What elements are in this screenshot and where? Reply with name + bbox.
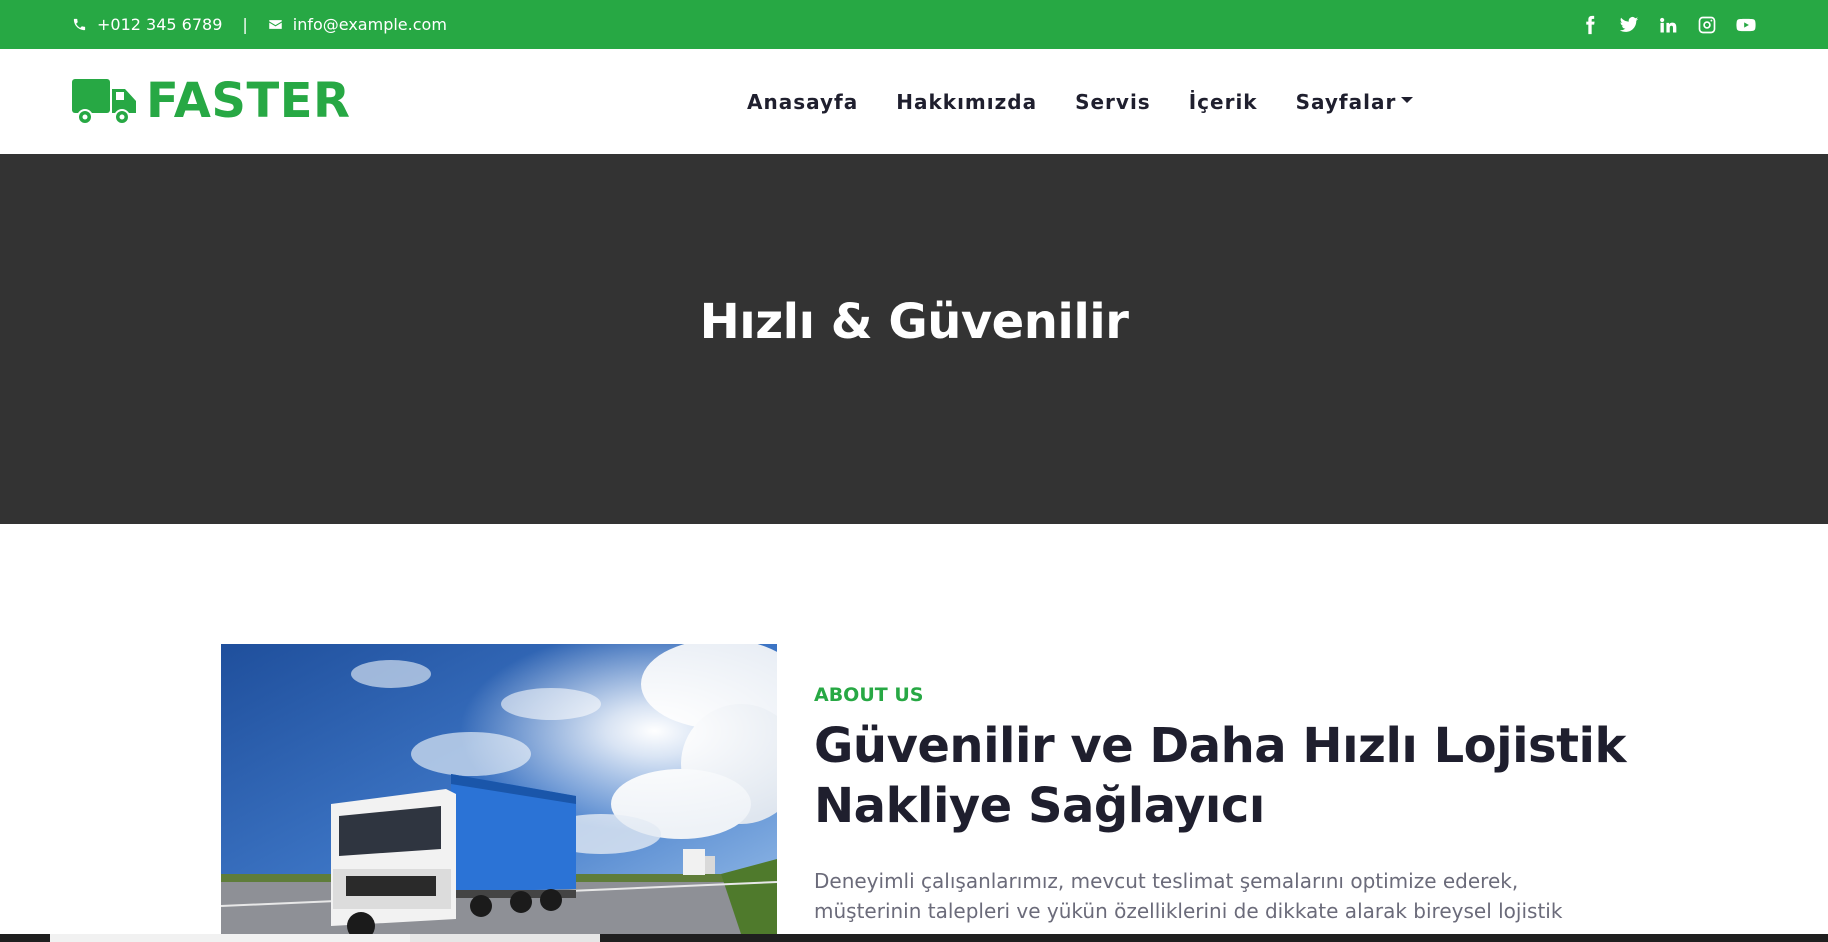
truck-icon <box>72 79 136 125</box>
nav-item-servis[interactable]: Servis <box>1075 90 1151 114</box>
youtube-icon[interactable] <box>1736 15 1756 35</box>
nav-item-sayfalar-label: Sayfalar <box>1295 89 1397 114</box>
caret-down-icon <box>1401 97 1414 103</box>
hero-title: Hızlı & Güvenilir <box>699 294 1129 350</box>
envelope-icon <box>269 20 282 29</box>
about-image <box>221 644 777 934</box>
about-description: Deneyimli çalışanlarımız, mevcut teslima… <box>814 869 1563 923</box>
nav-item-hakkimizda[interactable]: Hakkımızda <box>896 90 1037 114</box>
browser-bottom-strip <box>0 934 1828 942</box>
nav-menu: Anasayfa Hakkımızda Servis İçerik Sayfal… <box>728 49 1432 154</box>
hero-banner: Hızlı & Güvenilir <box>0 154 1828 524</box>
contact-info: +012 345 6789 | info@example.com <box>72 0 447 49</box>
phone-contact[interactable]: +012 345 6789 <box>72 15 222 34</box>
nav-item-icerik[interactable]: İçerik <box>1189 90 1258 114</box>
nav-item-sayfalar-dropdown[interactable]: Sayfalar <box>1296 90 1414 114</box>
nav-item-anasayfa[interactable]: Anasayfa <box>747 90 858 114</box>
about-title: Güvenilir ve Daha Hızlı Lojistik Nakliye… <box>814 718 1626 834</box>
brand-logo[interactable]: FASTER <box>72 73 351 129</box>
facebook-icon[interactable] <box>1580 15 1600 35</box>
phone-icon <box>73 18 86 31</box>
strip-segment <box>410 934 600 942</box>
about-subtitle: ABOUT US <box>814 684 924 706</box>
contact-separator: | <box>242 15 248 34</box>
twitter-icon[interactable] <box>1619 15 1639 35</box>
phone-text: +012 345 6789 <box>97 15 223 34</box>
email-contact[interactable]: info@example.com <box>268 15 447 34</box>
linkedin-icon[interactable] <box>1658 15 1678 35</box>
email-text: info@example.com <box>292 15 447 34</box>
strip-segment <box>50 934 410 942</box>
social-links <box>1561 0 1756 49</box>
brand-name: FASTER <box>146 73 351 129</box>
top-bar: +012 345 6789 | info@example.com <box>0 0 1828 49</box>
main-navbar: FASTER Anasayfa Hakkımızda Servis İçerik… <box>0 49 1828 154</box>
instagram-icon[interactable] <box>1697 15 1717 35</box>
